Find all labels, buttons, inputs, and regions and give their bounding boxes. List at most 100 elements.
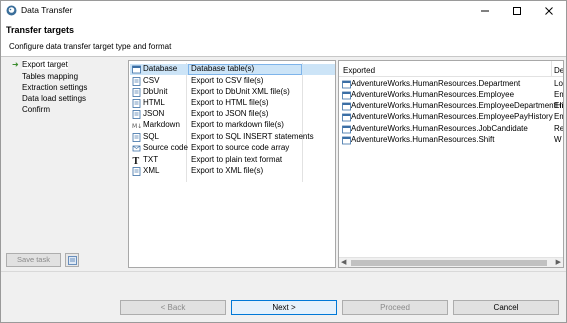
target-row-xml[interactable]: XML Export to XML file(s) xyxy=(130,166,335,177)
target-name: HTML xyxy=(143,98,165,107)
maximize-button[interactable] xyxy=(501,1,533,20)
scroll-right-icon[interactable]: ▶ xyxy=(556,258,561,266)
title-bar: Data Transfer xyxy=(1,1,566,20)
svg-text:T: T xyxy=(133,157,140,165)
wizard-header: Transfer targets Configure data transfer… xyxy=(1,20,566,57)
horizontal-scrollbar[interactable]: ◀ ▶ xyxy=(339,257,563,267)
table-description: Lo xyxy=(554,79,563,88)
table-name: AdventureWorks.HumanResources.Shift xyxy=(351,135,495,144)
source-code-icon xyxy=(132,145,141,152)
target-description: Export to SQL INSERT statements xyxy=(191,132,314,141)
table-name: AdventureWorks.HumanResources.EmployeeDe… xyxy=(351,101,564,110)
scrollbar-thumb[interactable] xyxy=(351,260,547,266)
nav-item-label: Confirm xyxy=(22,105,51,114)
table-name: AdventureWorks.HumanResources.Employee xyxy=(351,90,515,99)
sql-icon xyxy=(132,133,141,142)
table-name: AdventureWorks.HumanResources.Department xyxy=(351,79,521,88)
nav-item-label: Extraction settings xyxy=(22,83,88,92)
table-row[interactable]: AdventureWorks.HumanResources.Employee E… xyxy=(339,90,563,101)
target-description: Export to HTML file(s) xyxy=(191,98,269,107)
target-row-html[interactable]: HTML Export to HTML file(s) xyxy=(130,98,335,109)
column-header-description[interactable]: De xyxy=(554,66,563,75)
target-name: TXT xyxy=(143,155,159,164)
minimize-icon xyxy=(481,10,489,11)
table-row[interactable]: AdventureWorks.HumanResources.Shift W xyxy=(339,135,563,146)
target-description: Export to source code array xyxy=(191,143,290,152)
target-row-csv[interactable]: CSV Export to CSV file(s) xyxy=(130,76,335,87)
target-row-markdown[interactable]: M↓ Markdown Export to markdown file(s) xyxy=(130,120,335,131)
task-icon xyxy=(67,255,77,265)
back-button[interactable]: < Back xyxy=(120,300,226,315)
next-button[interactable]: Next > xyxy=(231,300,337,315)
table-row[interactable]: AdventureWorks.HumanResources.JobCandida… xyxy=(339,124,563,135)
proceed-button[interactable]: Proceed xyxy=(342,300,448,315)
scroll-left-icon[interactable]: ◀ xyxy=(341,258,346,266)
close-button[interactable] xyxy=(533,1,565,20)
target-name: XML xyxy=(143,166,160,175)
database-icon xyxy=(132,65,141,74)
column-divider[interactable] xyxy=(551,61,552,77)
svg-text:M↓: M↓ xyxy=(132,123,141,130)
table-description: Em xyxy=(554,101,563,110)
table-header: Exported De xyxy=(339,61,563,77)
target-name: DbUnit xyxy=(143,87,168,96)
page-subtitle: Configure data transfer target type and … xyxy=(9,42,172,51)
table-description: Em xyxy=(554,90,563,99)
target-row-dbunit[interactable]: DbUnit Export to DbUnit XML file(s) xyxy=(130,87,335,98)
task-config-button[interactable] xyxy=(65,253,79,267)
table-row[interactable]: AdventureWorks.HumanResources.Department… xyxy=(339,79,563,90)
target-name: CSV xyxy=(143,76,160,85)
table-icon xyxy=(342,80,351,89)
nav-item-label: Export target xyxy=(22,60,68,69)
table-icon xyxy=(342,91,351,100)
target-description: Export to DbUnit XML file(s) xyxy=(191,87,290,96)
html-icon xyxy=(132,99,141,108)
table-description: Em xyxy=(554,112,563,121)
target-row-txt[interactable]: T TXT Export to plain text format xyxy=(130,155,335,166)
target-row-source-code[interactable]: Source code Export to source code array xyxy=(130,143,335,154)
target-name: Markdown xyxy=(143,120,180,129)
table-name: AdventureWorks.HumanResources.EmployeePa… xyxy=(351,112,553,121)
target-description: Export to plain text format xyxy=(191,155,283,164)
save-task-button[interactable]: Save task xyxy=(6,253,61,267)
maximize-icon xyxy=(513,6,521,15)
selection-focus-box xyxy=(188,64,302,75)
table-icon xyxy=(342,136,351,145)
table-icon xyxy=(342,125,351,134)
column-header-exported[interactable]: Exported xyxy=(343,66,375,75)
table-description: Re xyxy=(554,124,564,133)
target-description: Export to CSV file(s) xyxy=(191,76,264,85)
close-icon xyxy=(545,6,553,15)
data-transfer-window: Data Transfer Transfer targets Configure… xyxy=(0,0,567,323)
table-icon xyxy=(342,113,351,122)
xml-icon xyxy=(132,167,141,176)
dbeaver-app-icon xyxy=(6,5,17,16)
target-row-sql[interactable]: SQL Export to SQL INSERT statements xyxy=(130,132,335,143)
target-description: Export to JSON file(s) xyxy=(191,109,269,118)
table-row[interactable]: AdventureWorks.HumanResources.EmployeeDe… xyxy=(339,101,563,112)
target-description: Export to XML file(s) xyxy=(191,166,264,175)
nav-item-label: Tables mapping xyxy=(22,72,79,81)
target-description: Export to markdown file(s) xyxy=(191,120,284,129)
csv-icon xyxy=(132,77,141,86)
target-name: JSON xyxy=(143,109,165,118)
current-step-arrow-icon: ➜ xyxy=(12,60,19,69)
footer-divider xyxy=(1,271,566,272)
target-row-json[interactable]: JSON Export to JSON file(s) xyxy=(130,109,335,120)
target-type-list: Database Database table(s) CSV Export to… xyxy=(128,60,336,268)
txt-icon: T xyxy=(133,157,140,165)
table-icon xyxy=(342,102,351,111)
table-description: W xyxy=(554,135,562,144)
wizard-steps-nav: ➜ Export target Tables mapping Extractio… xyxy=(6,60,125,270)
target-name: SQL xyxy=(143,132,160,141)
exported-tables-list: Exported De AdventureWorks.HumanResource… xyxy=(338,60,564,268)
window-title: Data Transfer xyxy=(21,5,73,15)
target-name: Source code xyxy=(143,143,188,152)
cancel-button[interactable]: Cancel xyxy=(453,300,559,315)
dbunit-icon xyxy=(132,88,141,97)
table-row[interactable]: AdventureWorks.HumanResources.EmployeePa… xyxy=(339,112,563,123)
page-title: Transfer targets xyxy=(6,25,75,35)
table-name: AdventureWorks.HumanResources.JobCandida… xyxy=(351,124,528,133)
minimize-button[interactable] xyxy=(469,1,501,20)
json-icon xyxy=(132,110,141,119)
